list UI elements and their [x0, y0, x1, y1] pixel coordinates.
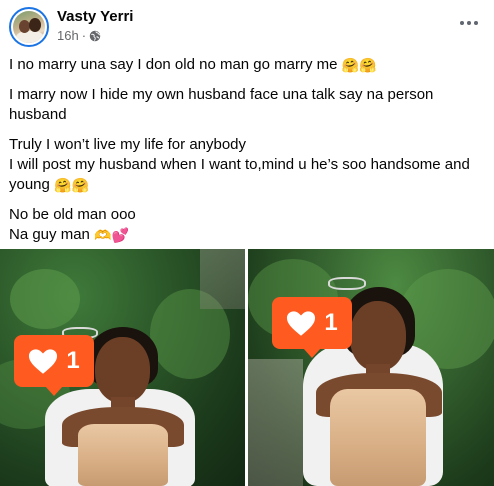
globe-icon[interactable] [89, 30, 101, 42]
hug-emoji: 🤗🤗 [341, 57, 377, 73]
more-horizontal-icon [460, 21, 464, 25]
hug-emoji: 🤗🤗 [54, 177, 89, 193]
post-text: I no marry una say I don old no man go m… [9, 55, 485, 245]
avatar-image [13, 11, 45, 43]
post-meta: 16h · [57, 28, 101, 43]
post-photo-1[interactable]: 1 [0, 249, 245, 486]
like-count: 1 [324, 309, 338, 336]
avatar[interactable] [9, 7, 49, 47]
post-paragraph-1: I no marry una say I don old no man go m… [9, 56, 377, 73]
post-photo-2[interactable]: 1 [248, 249, 494, 486]
post-paragraph-2: I marry now I hide my own husband face u… [9, 86, 434, 123]
post-header: Vasty Yerri 16h · [9, 7, 485, 47]
post-paragraph-3: Truly I won’t live my life for anybody I… [9, 136, 470, 193]
post-time[interactable]: 16h [57, 28, 79, 43]
meta-separator: · [81, 28, 87, 43]
more-options-button[interactable] [457, 13, 481, 33]
like-badge: 1 [272, 297, 352, 358]
heart-hands-emoji: 🫶💕 [94, 227, 129, 243]
like-badge: 1 [14, 335, 94, 396]
photo-grid: 1 1 [0, 249, 494, 486]
like-count: 1 [66, 347, 80, 374]
heart-icon [29, 348, 58, 374]
author-name[interactable]: Vasty Yerri [57, 8, 133, 25]
post-paragraph-4: No be old man ooo Na guy man 🫶💕 [9, 206, 136, 243]
heart-icon [287, 310, 316, 336]
